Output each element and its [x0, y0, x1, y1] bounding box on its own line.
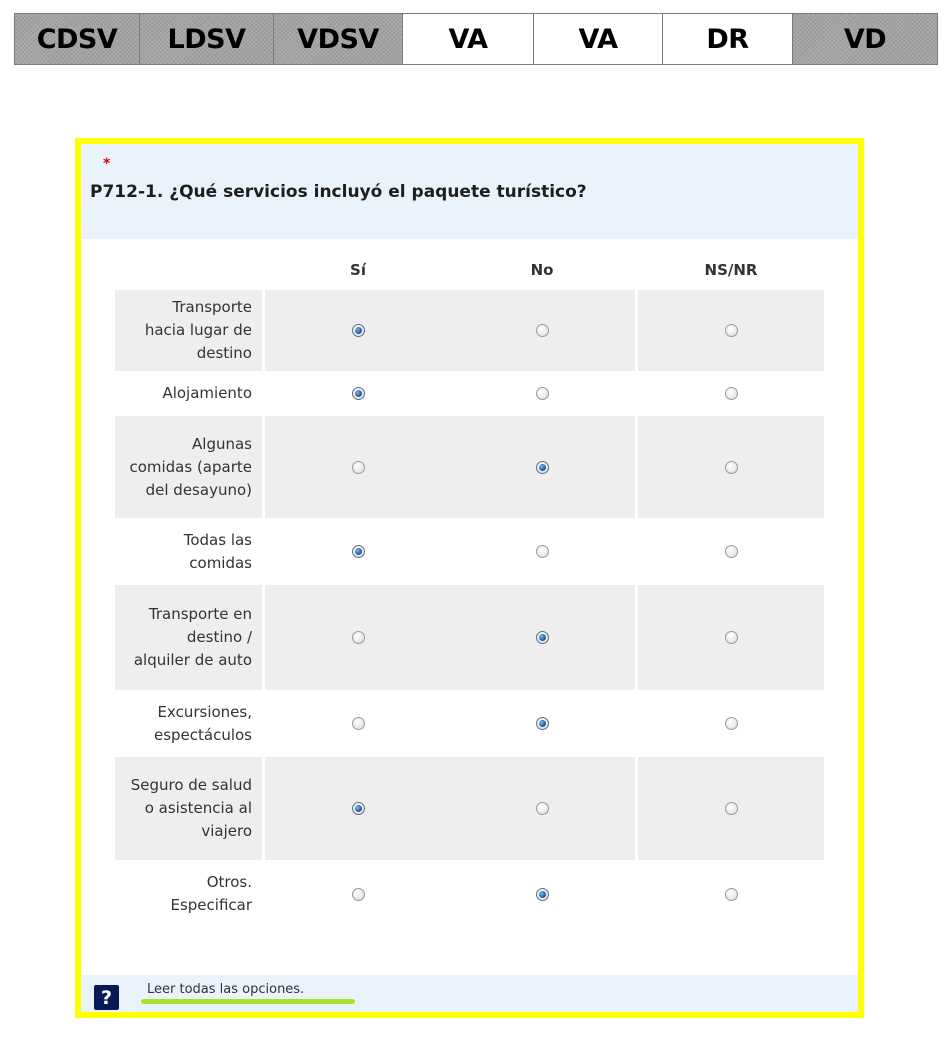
answer-cell-si — [265, 863, 451, 925]
answer-cell-no — [449, 585, 635, 690]
tab-va-1[interactable]: VA — [403, 14, 534, 64]
radio-si[interactable] — [351, 802, 365, 815]
answer-cell-si — [265, 374, 451, 413]
answer-cell-si — [265, 585, 451, 690]
row-label: Transporte en destino / alquiler de auto — [115, 585, 262, 690]
radio-si[interactable] — [351, 887, 365, 901]
row-label: Todas las comidas — [115, 521, 262, 582]
radio-nsnr[interactable] — [724, 717, 738, 730]
radio-si[interactable] — [351, 631, 365, 644]
radio-no[interactable] — [535, 717, 549, 730]
row-label-text: Otros. Especificar — [170, 873, 252, 914]
column-header-si: Sí — [350, 261, 366, 279]
question-panel: * P712-1. ¿Qué servicios incluyó el paqu… — [75, 138, 864, 1018]
row-label-text: Algunas comidas (aparte del desayuno) — [129, 434, 252, 499]
row-label-text: Excursiones, espectáculos — [153, 702, 252, 744]
radio-no[interactable] — [535, 887, 549, 901]
answer-cell-no — [449, 521, 635, 582]
column-header-nsnr: NS/NR — [704, 261, 758, 279]
tab-va-2[interactable]: VA — [534, 14, 663, 64]
answer-cell-nsnr — [638, 374, 824, 413]
radio-no[interactable] — [535, 324, 549, 337]
tab-dr[interactable]: DR — [663, 14, 793, 64]
answer-cell-nsnr — [638, 521, 824, 582]
row-label-text: Transporte hacia lugar de destino — [144, 298, 252, 362]
row-label: Alojamiento — [115, 374, 262, 413]
radio-nsnr[interactable] — [724, 324, 738, 337]
help-text: Leer todas las opciones. — [147, 982, 305, 997]
radio-no[interactable] — [535, 802, 549, 815]
row-label: Transporte hacia lugar de destino — [115, 290, 262, 371]
radio-si[interactable] — [351, 324, 365, 337]
question-text: P712-1. ¿Qué servicios incluyó el paquet… — [90, 182, 587, 202]
answer-cell-nsnr — [638, 585, 824, 690]
row-label: Excursiones, espectáculos — [115, 693, 262, 754]
answer-cell-si — [265, 757, 451, 860]
radio-nsnr[interactable] — [724, 387, 738, 400]
answer-cell-si — [265, 693, 451, 754]
answer-cell-nsnr — [638, 693, 824, 754]
row-label-text: Alojamiento — [162, 384, 252, 402]
answer-cell-nsnr — [638, 416, 824, 518]
answer-cell-si — [265, 521, 451, 582]
answer-cell-nsnr — [638, 863, 824, 925]
radio-nsnr[interactable] — [724, 545, 738, 558]
answer-cell-no — [449, 416, 635, 518]
row-label-text: Seguro de salud o asistencia al viajero — [130, 776, 252, 840]
question-header: * P712-1. ¿Qué servicios incluyó el paqu… — [81, 144, 858, 239]
radio-no[interactable] — [535, 545, 549, 558]
answer-cell-nsnr — [638, 757, 824, 860]
radio-no[interactable] — [535, 631, 549, 644]
radio-nsnr[interactable] — [724, 802, 738, 815]
tab-ldsv[interactable]: LDSV — [140, 14, 274, 64]
radio-nsnr[interactable] — [724, 460, 738, 474]
help-footer: ? Leer todas las opciones. — [81, 975, 858, 1012]
answer-cell-si — [265, 290, 451, 371]
radio-no[interactable] — [535, 387, 549, 400]
radio-nsnr[interactable] — [724, 887, 738, 901]
text-highlight — [141, 999, 355, 1004]
row-label: Seguro de salud o asistencia al viajero — [115, 757, 262, 860]
row-label: Algunas comidas (aparte del desayuno) — [115, 416, 262, 518]
row-label-text: Todas las comidas — [183, 530, 252, 572]
radio-si[interactable] — [351, 717, 365, 730]
tab-strip: CDSV LDSV VDSV VA VA DR VD — [14, 13, 938, 65]
tab-vd[interactable]: VD — [793, 14, 937, 64]
answer-cell-no — [449, 374, 635, 413]
row-label: Otros. Especificar — [115, 863, 262, 925]
tab-vdsv[interactable]: VDSV — [274, 14, 403, 64]
answer-cell-nsnr — [638, 290, 824, 371]
answer-cell-no — [449, 757, 635, 860]
radio-si[interactable] — [351, 460, 365, 474]
required-marker: * — [103, 156, 111, 172]
radio-si[interactable] — [351, 387, 365, 400]
row-label-text: Transporte en destino / alquiler de auto — [133, 605, 252, 669]
answer-cell-no — [449, 290, 635, 371]
answer-cell-no — [449, 693, 635, 754]
tab-cdsv[interactable]: CDSV — [15, 14, 140, 64]
question-mark-icon[interactable]: ? — [94, 985, 119, 1010]
radio-si[interactable] — [351, 545, 365, 558]
radio-no[interactable] — [535, 460, 549, 474]
answer-cell-no — [449, 863, 635, 925]
column-header-no: No — [530, 261, 554, 279]
radio-nsnr[interactable] — [724, 631, 738, 644]
answer-cell-si — [265, 416, 451, 518]
